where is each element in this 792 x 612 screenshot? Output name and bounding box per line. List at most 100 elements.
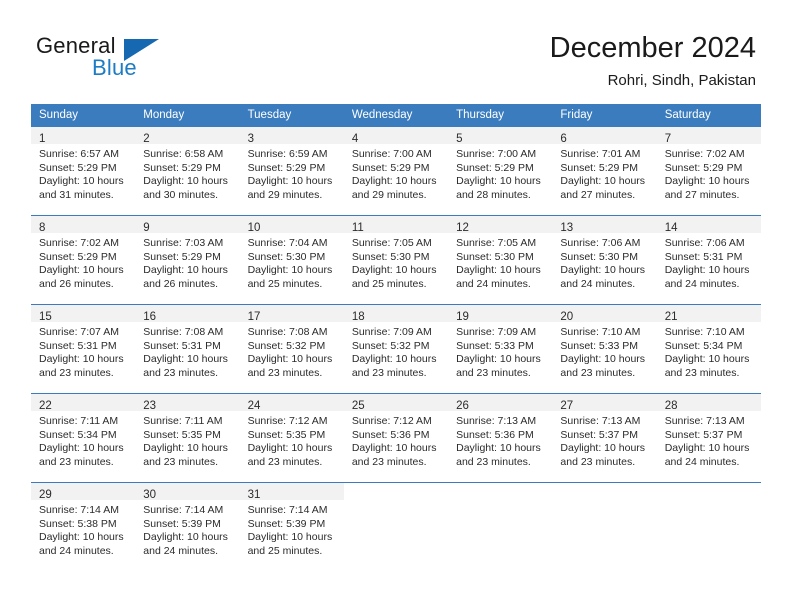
day-number-band: 30 [135,483,240,501]
sunset-text: Sunset: 5:29 PM [143,250,221,263]
calendar-page: General Blue December 2024 Rohri, Sindh,… [0,0,792,612]
sunset-text: Sunset: 5:29 PM [39,161,117,174]
sunrise-text: Sunrise: 7:00 AM [351,148,432,160]
calendar-day-cell[interactable]: 3 Sunrise: 6:59 AM Sunset: 5:29 PM Daylight… [239,126,344,215]
calendar-day-cell[interactable]: 2 Sunrise: 6:58 AM Sunset: 5:29 PM Daylight… [135,126,240,215]
calendar-day-cell[interactable]: 15 Sunrise: 7:07 AM Sunset: 5:31 PM Dayligh… [31,304,136,393]
calendar-day-cell[interactable]: 17 Sunrise: 7:08 AM Sunset: 5:32 PM Dayligh… [239,304,344,393]
daylight-text-line2: and 26 minutes. [39,277,114,290]
daylight-text-line2: and 28 minutes. [456,188,531,201]
day-cell-body: Sunrise: 7:11 AM Sunset: 5:34 PM Daylight:… [31,411,135,469]
calendar-day-cell[interactable]: 24 Sunrise: 7:12 AM Sunset: 5:35 PM Dayligh… [239,393,344,482]
sunrise-text: Sunrise: 7:10 AM [664,326,745,338]
day-number-band: 25 [343,394,449,412]
daylight-text-line2: and 23 minutes. [143,366,218,379]
day-number: 14 [664,222,678,234]
day-number: 22 [39,400,52,412]
sunrise-text: Sunrise: 7:13 AM [560,415,641,427]
sunset-text: Sunset: 5:36 PM [351,428,430,441]
daylight-text-line2: and 23 minutes. [247,455,323,468]
calendar-day-cell[interactable]: 28 Sunrise: 7:13 AM Sunset: 5:37 PM Dayligh… [656,393,761,482]
sunrise-text: Sunrise: 7:11 AM [143,415,223,427]
daylight-text-line2: and 25 minutes. [247,277,323,290]
weekday-header-tuesday: Tuesday [239,104,344,126]
daylight-text-line1: Daylight: 10 hours [351,442,437,455]
sunset-text: Sunset: 5:31 PM [143,339,221,352]
daylight-text-line1: Daylight: 10 hours [456,264,541,277]
day-number: 31 [247,489,261,501]
daylight-text-line1: Daylight: 10 hours [39,442,124,455]
day-number-band: 6 [552,127,657,145]
sunrise-text: Sunrise: 7:14 AM [247,504,328,516]
daylight-text-line1: Daylight: 10 hours [143,531,228,544]
calendar-day-cell[interactable]: 31 Sunrise: 7:14 AM Sunset: 5:39 PM Dayligh… [239,482,344,571]
calendar-day-cell[interactable]: 18 Sunrise: 7:09 AM Sunset: 5:32 PM Dayligh… [343,304,449,393]
daylight-text-line1: Daylight: 10 hours [351,353,437,366]
day-cell-body: Sunrise: 7:10 AM Sunset: 5:34 PM Daylight:… [657,322,761,380]
day-cell-body: Sunrise: 7:09 AM Sunset: 5:33 PM Daylight:… [448,322,552,380]
calendar-week-row: 22 Sunrise: 7:11 AM Sunset: 5:34 PM Dayligh… [31,393,761,482]
calendar-day-cell[interactable]: 22 Sunrise: 7:11 AM Sunset: 5:34 PM Dayligh… [31,393,136,482]
calendar-day-cell[interactable]: 23 Sunrise: 7:11 AM Sunset: 5:35 PM Dayligh… [135,393,240,482]
calendar-day-cell[interactable]: 16 Sunrise: 7:08 AM Sunset: 5:31 PM Dayligh… [135,304,240,393]
day-cell-body: Sunrise: 7:07 AM Sunset: 5:31 PM Daylight:… [31,322,135,380]
sunset-text: Sunset: 5:29 PM [560,161,639,174]
day-cell-body: Sunrise: 6:58 AM Sunset: 5:29 PM Daylight:… [135,144,239,202]
calendar-day-cell[interactable]: 10 Sunrise: 7:04 AM Sunset: 5:30 PM Dayligh… [239,215,344,304]
general-blue-logo[interactable]: General Blue [36,33,206,85]
sunrise-text: Sunrise: 7:01 AM [560,148,641,160]
weekday-header-wednesday: Wednesday [343,104,449,126]
calendar-day-cell[interactable]: 25 Sunrise: 7:12 AM Sunset: 5:36 PM Dayligh… [343,393,449,482]
daylight-text-line2: and 23 minutes. [664,366,740,379]
calendar-day-cell[interactable]: 13 Sunrise: 7:06 AM Sunset: 5:30 PM Dayligh… [552,215,657,304]
calendar-day-cell[interactable]: 14 Sunrise: 7:06 AM Sunset: 5:31 PM Dayligh… [656,215,761,304]
calendar-day-cell[interactable]: 30 Sunrise: 7:14 AM Sunset: 5:39 PM Dayligh… [135,482,240,571]
daylight-text-line1: Daylight: 10 hours [664,175,750,188]
sunset-text: Sunset: 5:32 PM [247,339,326,352]
sunrise-text: Sunrise: 7:14 AM [39,504,119,516]
daylight-text-line2: and 23 minutes. [39,366,114,379]
calendar-day-cell[interactable]: 12 Sunrise: 7:05 AM Sunset: 5:30 PM Dayligh… [448,215,553,304]
sunrise-text: Sunrise: 7:10 AM [560,326,641,338]
day-cell-body: Sunrise: 7:14 AM Sunset: 5:39 PM Daylight:… [240,500,344,558]
weekday-header-saturday: Saturday [656,104,761,126]
calendar-day-cell[interactable]: 20 Sunrise: 7:10 AM Sunset: 5:33 PM Dayligh… [552,304,657,393]
calendar-day-cell[interactable]: 7 Sunrise: 7:02 AM Sunset: 5:29 PM Daylight… [656,126,761,215]
day-number-band: 16 [135,305,240,323]
sunrise-text: Sunrise: 7:05 AM [351,237,432,249]
calendar-day-cell[interactable]: 19 Sunrise: 7:09 AM Sunset: 5:33 PM Dayligh… [448,304,553,393]
day-cell-body: Sunrise: 7:06 AM Sunset: 5:31 PM Daylight:… [657,233,761,291]
sunrise-text: Sunrise: 7:11 AM [39,415,119,427]
calendar-day-cell[interactable]: 5 Sunrise: 7:00 AM Sunset: 5:29 PM Daylight… [448,126,553,215]
day-cell-body: Sunrise: 7:10 AM Sunset: 5:33 PM Daylight:… [552,322,656,380]
calendar-day-cell[interactable]: 4 Sunrise: 7:00 AM Sunset: 5:29 PM Daylight… [343,126,449,215]
day-number-band: 31 [239,483,344,501]
daylight-text-line1: Daylight: 10 hours [664,442,750,455]
calendar-body: 1 Sunrise: 6:57 AM Sunset: 5:29 PM Daylight… [31,126,761,571]
calendar-day-cell[interactable]: 27 Sunrise: 7:13 AM Sunset: 5:37 PM Dayligh… [552,393,657,482]
day-cell-body: Sunrise: 7:14 AM Sunset: 5:39 PM Daylight:… [135,500,239,558]
sunset-text: Sunset: 5:29 PM [39,250,117,263]
day-number: 6 [560,133,567,145]
day-number: 19 [456,311,469,323]
daylight-text-line1: Daylight: 10 hours [456,442,541,455]
calendar-day-cell[interactable]: 9 Sunrise: 7:03 AM Sunset: 5:29 PM Daylight… [135,215,240,304]
day-number: 8 [39,222,46,234]
page-title: December 2024 [549,32,756,64]
calendar-day-cell[interactable]: 1 Sunrise: 6:57 AM Sunset: 5:29 PM Daylight… [31,126,136,215]
day-number-band: 24 [239,394,344,412]
calendar-day-cell[interactable]: 21 Sunrise: 7:10 AM Sunset: 5:34 PM Dayligh… [656,304,761,393]
daylight-text-line2: and 24 minutes. [664,277,740,290]
day-number-band: 3 [239,127,344,145]
daylight-text-line1: Daylight: 10 hours [560,175,646,188]
daylight-text-line2: and 23 minutes. [351,366,427,379]
calendar-day-cell[interactable]: 8 Sunrise: 7:02 AM Sunset: 5:29 PM Daylight… [31,215,136,304]
daylight-text-line1: Daylight: 10 hours [247,175,333,188]
calendar-day-cell[interactable]: 11 Sunrise: 7:05 AM Sunset: 5:30 PM Dayligh… [343,215,449,304]
sunrise-text: Sunrise: 6:57 AM [39,148,119,160]
sunset-text: Sunset: 5:35 PM [247,428,326,441]
calendar-day-cell[interactable]: 29 Sunrise: 7:14 AM Sunset: 5:38 PM Dayligh… [31,482,136,571]
calendar-day-cell[interactable]: 6 Sunrise: 7:01 AM Sunset: 5:29 PM Daylight… [552,126,657,215]
calendar-day-cell[interactable]: 26 Sunrise: 7:13 AM Sunset: 5:36 PM Dayligh… [448,393,553,482]
daylight-text-line1: Daylight: 10 hours [560,264,646,277]
